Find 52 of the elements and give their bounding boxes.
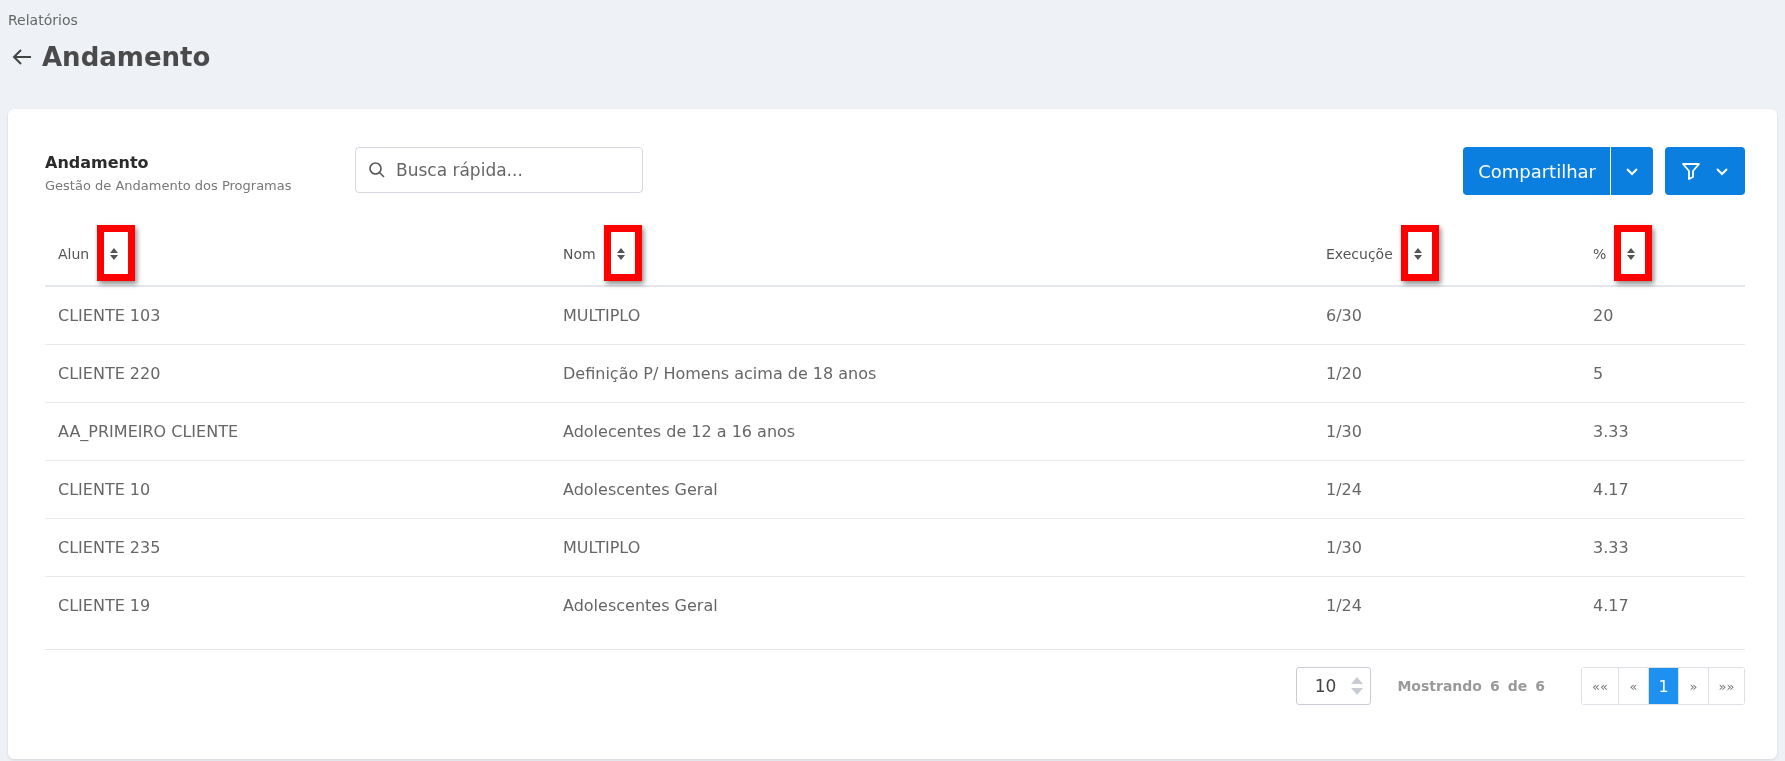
back-arrow-icon[interactable]	[12, 48, 32, 66]
card-subtitle: Gestão de Andamento dos Programas	[45, 178, 293, 193]
chevron-down-icon	[1625, 166, 1639, 176]
table-cell: MULTIPLO	[563, 538, 641, 557]
table-cell: Adolescentes Geral	[563, 596, 718, 615]
pagination-info: Mostrando	[1397, 678, 1482, 694]
column-header[interactable]: Alun	[58, 246, 90, 262]
column-header[interactable]: Nom	[563, 246, 596, 262]
share-button[interactable]: Compartilhar	[1463, 147, 1653, 195]
table-cell: CLIENTE 235	[58, 538, 161, 557]
page-button[interactable]: »»	[1708, 668, 1744, 704]
table-cell: 4.17	[1593, 596, 1629, 615]
table-cell: MULTIPLO	[563, 306, 641, 325]
chevron-down-icon	[1715, 166, 1729, 176]
table-cell: 1/20	[1326, 364, 1362, 383]
table-cell: Adolescentes Geral	[563, 480, 718, 499]
table-cell: 20	[1593, 306, 1614, 325]
table-cell: CLIENTE 103	[58, 306, 161, 325]
search-icon	[368, 161, 386, 179]
table-cell: 4.17	[1593, 480, 1629, 499]
table-cell: 1/24	[1326, 596, 1362, 615]
table-cell: 3.33	[1593, 422, 1629, 441]
sort-icon[interactable]	[109, 247, 120, 261]
sort-icon[interactable]	[615, 247, 626, 261]
table-cell: 1/30	[1326, 538, 1362, 557]
sort-icon[interactable]	[1412, 247, 1423, 261]
breadcrumb[interactable]: Relatórios	[8, 12, 1777, 28]
table-cell: CLIENTE 220	[58, 364, 161, 383]
page-size-field[interactable]: 10	[1295, 667, 1372, 705]
pagination-info: de	[1507, 678, 1528, 694]
table-cell: Adolecentes de 12 a 16 anos	[563, 422, 796, 441]
card-title: Andamento	[45, 153, 150, 172]
pagination-info: 6	[1535, 678, 1545, 694]
table-cell: 5	[1593, 364, 1604, 383]
column-header[interactable]: Execuçõe	[1326, 246, 1393, 262]
spinner-icon	[1350, 676, 1365, 696]
table-cell: AA_PRIMEIRO CLIENTE	[58, 422, 238, 441]
table-cell: 1/30	[1326, 422, 1362, 441]
table-cell: 6/30	[1326, 306, 1362, 325]
filter-icon	[1681, 161, 1701, 181]
table-cell: CLIENTE 10	[58, 480, 151, 499]
table-cell: Definição P/ Homens acima de 18 anos	[563, 364, 877, 383]
filter-button[interactable]	[1665, 147, 1745, 195]
table-cell: CLIENTE 19	[58, 596, 151, 615]
column-header[interactable]: %	[1593, 246, 1607, 262]
table-cell: 3.33	[1593, 538, 1629, 557]
sort-icon[interactable]	[1626, 247, 1637, 261]
table-cell: 1/24	[1326, 480, 1362, 499]
search-field[interactable]: Busca rápida...	[355, 147, 643, 193]
page-button[interactable]: 1	[1648, 668, 1678, 704]
pagination-info: 6	[1489, 678, 1500, 694]
page-title: Andamento	[42, 42, 211, 72]
